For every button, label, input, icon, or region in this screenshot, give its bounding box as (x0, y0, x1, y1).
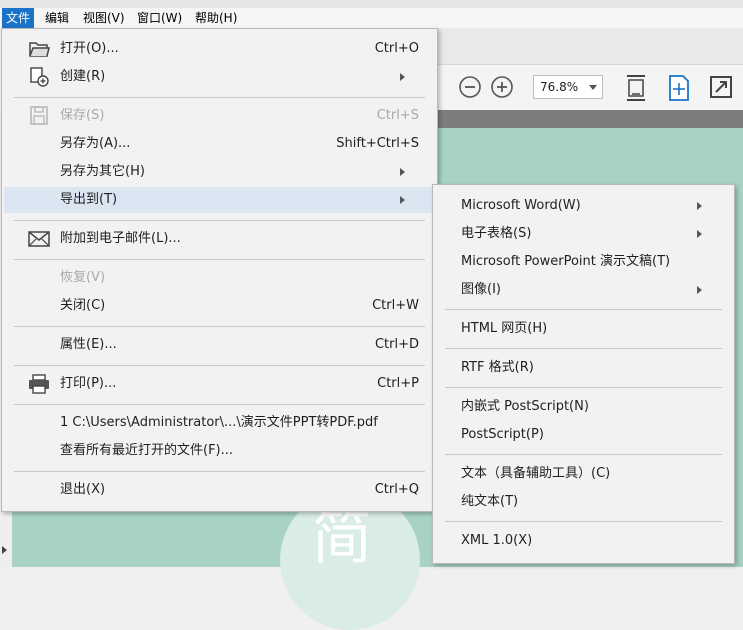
menu-item-export-to[interactable]: 导出到(T) (4, 187, 435, 213)
export-submenu: Microsoft Word(W) 电子表格(S) Microsoft Powe… (432, 184, 735, 564)
submenu-arrow-icon (400, 73, 405, 81)
menu-separator (14, 326, 425, 327)
menu-item-create[interactable]: 创建(R) (4, 64, 435, 90)
menu-file[interactable]: 文件 (2, 8, 35, 28)
menu-separator (14, 259, 425, 260)
menu-help[interactable]: 帮助(H) (191, 8, 241, 28)
zoom-select[interactable]: 76.8% (533, 75, 603, 99)
submenu-arrow-icon (400, 196, 405, 204)
zoom-value: 76.8% (540, 80, 579, 94)
fullscreen-button[interactable] (709, 75, 735, 101)
menu-item-open[interactable]: 打开(O)... Ctrl+O (4, 36, 435, 62)
menu-item-close[interactable]: 关闭(C) Ctrl+W (4, 293, 435, 319)
menu-item-recent-file-1[interactable]: 1 C:\Users\Administrator\...\演示文件PPT转PDF… (4, 410, 435, 436)
printer-icon (29, 374, 49, 394)
export-item-eps[interactable]: 内嵌式 PostScript(N) (435, 394, 732, 420)
submenu-arrow-icon (400, 168, 405, 176)
export-item-plain-text[interactable]: 纯文本(T) (435, 489, 732, 515)
expand-icon (710, 76, 732, 98)
tab-strip (437, 28, 743, 65)
export-item-word[interactable]: Microsoft Word(W) (435, 193, 732, 219)
menu-separator (14, 404, 425, 405)
menu-separator (14, 471, 425, 472)
menu-item-revert[interactable]: 恢复(V) (4, 265, 435, 291)
menu-item-save[interactable]: 保存(S) Ctrl+S (4, 103, 435, 129)
export-item-rtf[interactable]: RTF 格式(R) (435, 355, 732, 381)
export-item-postscript[interactable]: PostScript(P) (435, 422, 732, 448)
fit-width-button[interactable] (666, 74, 692, 101)
menu-separator (14, 220, 425, 221)
menu-separator (445, 348, 722, 349)
menu-separator (14, 97, 425, 98)
menu-item-attach-email[interactable]: 附加到电子邮件(L)... (4, 226, 435, 252)
submenu-arrow-icon (697, 202, 702, 210)
menu-edit[interactable]: 编辑 (41, 8, 73, 28)
expand-panel-icon[interactable] (2, 546, 7, 554)
export-item-spreadsheet[interactable]: 电子表格(S) (435, 221, 732, 247)
export-item-powerpoint[interactable]: Microsoft PowerPoint 演示文稿(T) (435, 249, 732, 275)
menu-separator (445, 387, 722, 388)
plus-circle-icon (491, 76, 513, 98)
minus-circle-icon (459, 76, 481, 98)
zoom-out-button[interactable] (458, 75, 484, 101)
file-menu: 打开(O)... Ctrl+O 创建(R) 保存(S) Ctrl+S 另存为(A… (1, 28, 438, 512)
create-document-icon (30, 67, 49, 87)
menu-window[interactable]: 窗口(W) (133, 8, 186, 28)
menu-separator (14, 365, 425, 366)
envelope-icon (28, 231, 50, 247)
menu-separator (445, 309, 722, 310)
export-item-html[interactable]: HTML 网页(H) (435, 316, 732, 342)
export-item-xml[interactable]: XML 1.0(X) (435, 528, 732, 554)
menu-view[interactable]: 视图(V) (79, 8, 129, 28)
menu-item-save-as-other[interactable]: 另存为其它(H) (4, 159, 435, 185)
chevron-down-icon (589, 85, 597, 90)
menu-item-print[interactable]: 打印(P)... Ctrl+P (4, 371, 435, 397)
submenu-arrow-icon (697, 286, 702, 294)
submenu-arrow-icon (697, 230, 702, 238)
export-item-image[interactable]: 图像(I) (435, 277, 732, 303)
title-strip (0, 0, 743, 8)
menu-item-view-all-recent[interactable]: 查看所有最近打开的文件(F)... (4, 438, 435, 464)
fit-width-icon (669, 75, 689, 101)
export-item-accessible-text[interactable]: 文本（具备辅助工具）(C) (435, 461, 732, 487)
menu-item-properties[interactable]: 属性(E)... Ctrl+D (4, 332, 435, 358)
menu-separator (445, 521, 722, 522)
menu-item-exit[interactable]: 退出(X) Ctrl+Q (4, 477, 435, 503)
fit-page-icon (627, 75, 645, 101)
menubar: 文件 编辑 视图(V) 窗口(W) 帮助(H) (0, 8, 743, 28)
menu-separator (445, 454, 722, 455)
zoom-in-button[interactable] (490, 75, 516, 101)
fit-page-button[interactable] (623, 74, 649, 101)
menu-item-save-as[interactable]: 另存为(A)... Shift+Ctrl+S (4, 131, 435, 157)
page-text: 简 (312, 503, 372, 573)
save-icon (30, 106, 48, 125)
folder-open-icon (29, 42, 50, 57)
